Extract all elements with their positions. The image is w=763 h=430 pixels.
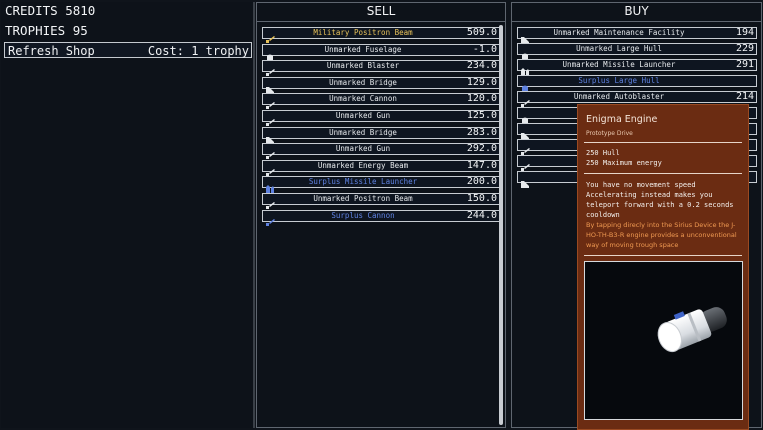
hull-icon (520, 45, 530, 60)
tooltip-subtitle: Prototype Drive (586, 130, 633, 137)
item-price: 214 (735, 91, 754, 102)
sell-item-row[interactable]: Surplus Cannon 244.0 (262, 209, 500, 226)
item-price: 229 (735, 43, 754, 54)
bridge-icon (520, 173, 530, 188)
gun-icon (265, 29, 275, 43)
tooltip-description: You have no movement speed Accelerating … (586, 181, 734, 219)
item-tooltip: Enigma Engine Prototype Drive 250 Hull 2… (577, 104, 749, 430)
item-name: Unmarked Blaster (326, 61, 400, 71)
item-name: Military Positron Beam (313, 28, 413, 37)
bridge-icon (520, 125, 530, 140)
sell-item-row[interactable]: Unmarked Gun 292.0 (262, 143, 500, 160)
engine-module-image (657, 307, 727, 353)
tooltip-title: Enigma Engine (586, 114, 658, 125)
player-panel: CREDITS 5810 TROPHIES 95 Refresh Shop Co… (1, 2, 253, 428)
item-name: Surplus Large Hull (578, 76, 660, 85)
sell-item-row[interactable]: Unmarked Energy Beam 147.0 (262, 159, 500, 176)
sell-header: SELL (257, 3, 505, 22)
gun-icon (520, 157, 530, 171)
launcher-icon (520, 61, 530, 76)
sell-item-row[interactable]: Unmarked Bridge 283.0 (262, 126, 500, 144)
item-price: 147.0 (466, 159, 497, 171)
buy-item-row[interactable]: Unmarked Maintenance Facility 194 (517, 27, 757, 44)
item-name: Unmarked Cannon (329, 94, 397, 104)
item-price: 194 (735, 27, 754, 38)
item-name: Unmarked Gun (335, 111, 391, 120)
tooltip-divider (584, 142, 742, 143)
item-price: 125.0 (466, 110, 497, 121)
buy-item-row[interactable]: Surplus Large Hull (517, 75, 757, 92)
sell-item-row[interactable]: Unmarked Cannon 120.0 (262, 93, 500, 110)
tooltip-lore: By tapping direcly into the Sirius Devic… (586, 221, 737, 249)
item-name: Unmarked Maintenance Facility (553, 28, 685, 37)
item-name: Unmarked Gun (335, 144, 391, 154)
item-price: 120.0 (466, 93, 497, 105)
item-name: Unmarked Bridge (329, 127, 397, 137)
item-price: 150.0 (466, 193, 497, 204)
launcher-icon (265, 178, 275, 194)
sell-item-row[interactable]: Unmarked Fuselage -1.0 (262, 43, 500, 61)
item-price: -1.0 (472, 43, 497, 55)
sell-item-row[interactable]: Military Positron Beam 509.0 (262, 27, 500, 43)
item-name: Surplus Cannon (331, 210, 395, 220)
item-price: 234.0 (466, 60, 497, 72)
item-name: Surplus Missile Launcher (308, 177, 418, 187)
buy-item-row[interactable]: Unmarked Large Hull 229 (517, 43, 757, 60)
tooltip-divider (584, 255, 742, 256)
item-name: Unmarked Energy Beam (317, 160, 409, 170)
sell-item-row[interactable]: Unmarked Positron Beam 150.0 (262, 193, 500, 209)
gun-icon (265, 145, 275, 160)
item-name: Unmarked Fuselage (324, 44, 402, 54)
gun-icon (265, 212, 275, 226)
item-price: 129.0 (466, 76, 497, 88)
hull-icon (520, 109, 530, 124)
item-price: 244.0 (466, 209, 497, 221)
item-name: Unmarked Large Hull (576, 44, 662, 53)
trophies-counter: TROPHIES 95 (5, 23, 88, 38)
item-price: 509.0 (466, 27, 497, 38)
sell-scrollbar[interactable] (499, 25, 503, 425)
item-name: Unmarked Positron Beam (313, 194, 413, 203)
sell-item-row[interactable]: Unmarked Blaster 234.0 (262, 60, 500, 77)
tooltip-stat-energy: 250 Maximum energy (586, 159, 662, 167)
hull-icon (265, 46, 275, 61)
buy-item-row[interactable]: Unmarked Missile Launcher 291 (517, 59, 757, 76)
buy-header: BUY (512, 3, 761, 22)
sell-panel: SELL Military Positron Beam 509.0 Unmarked… (256, 2, 506, 428)
gun-icon (265, 112, 275, 126)
item-price: 200.0 (466, 176, 497, 188)
sell-item-row[interactable]: Unmarked Bridge 129.0 (262, 76, 500, 94)
bridge-icon (265, 79, 275, 94)
gun-icon (520, 93, 530, 107)
sell-item-row[interactable]: Surplus Missile Launcher 200.0 (262, 176, 500, 194)
credits-counter: CREDITS 5810 (5, 3, 96, 18)
refresh-shop-button[interactable]: Refresh Shop Cost: 1 trophy (4, 42, 252, 58)
tooltip-divider (584, 173, 742, 174)
gun-icon (520, 141, 530, 155)
item-price: 291 (735, 59, 754, 70)
refresh-shop-label: Refresh Shop (8, 44, 95, 58)
gun-icon (265, 162, 275, 176)
item-name: Unmarked Missile Launcher (562, 60, 676, 69)
panel-divider (253, 2, 255, 428)
gun-icon (265, 95, 275, 110)
buy-item-row[interactable]: Unmarked Autoblaster 214 (517, 91, 757, 107)
bridge-icon (265, 129, 275, 144)
refresh-cost-label: Cost: 1 trophy (147, 44, 249, 58)
sell-item-row[interactable]: Unmarked Gun 125.0 (262, 110, 500, 126)
item-price: 283.0 (466, 126, 497, 138)
tooltip-stat-hull: 250 Hull (586, 149, 620, 157)
bridge-icon (520, 29, 530, 44)
gun-icon (265, 62, 275, 77)
hull-icon (520, 77, 530, 92)
item-preview (584, 261, 743, 420)
item-price: 292.0 (466, 143, 497, 155)
item-name: Unmarked Autoblaster (573, 92, 665, 101)
gun-icon (265, 195, 275, 209)
item-name: Unmarked Bridge (329, 77, 397, 87)
